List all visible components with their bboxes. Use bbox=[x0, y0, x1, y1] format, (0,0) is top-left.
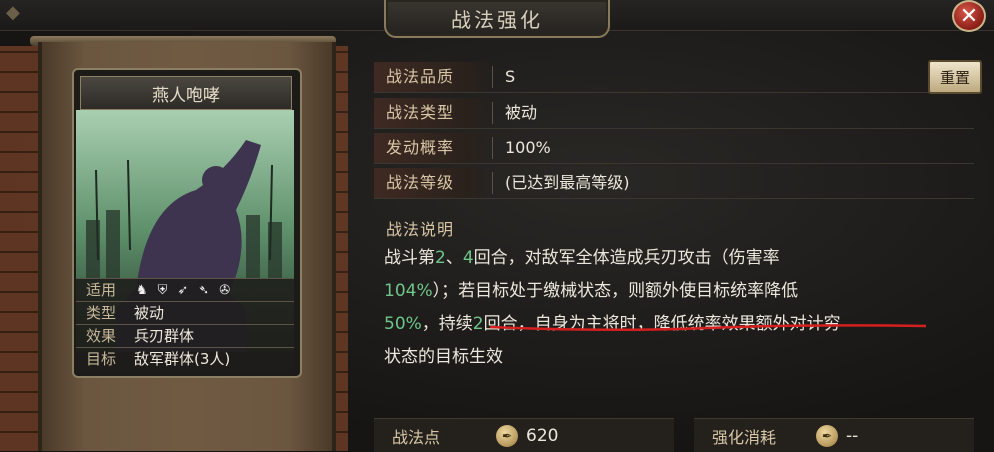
quality-label: 战法品质 bbox=[374, 62, 492, 92]
attr-key: 类型 bbox=[85, 304, 116, 322]
desc-text: ，持续 bbox=[421, 314, 473, 334]
upgrade-cost-bar: 强化消耗 ✒ -- bbox=[694, 418, 974, 452]
rate-row: 发动概率 100% bbox=[374, 133, 974, 164]
desc-highlight: 2 bbox=[472, 314, 484, 334]
desc-text: ）；若目标处于缴械状态，则额外使目标统率降低 bbox=[432, 281, 799, 301]
rate-value: 100% bbox=[492, 137, 551, 159]
skill-name: 燕人咆哮 bbox=[80, 76, 292, 110]
desc-text: 、 bbox=[445, 248, 463, 268]
description-text: 战斗第2、4回合，对敌军全体造成兵刃攻击（伤害率 104%）；若目标处于缴械状态… bbox=[384, 242, 944, 374]
desc-highlight: 4 bbox=[462, 248, 474, 268]
type-row: 战法类型 被动 bbox=[374, 98, 974, 129]
desc-highlight: 2 bbox=[435, 248, 446, 268]
quill-icon: ✒ bbox=[496, 424, 518, 447]
attr-value: 兵刃群体 bbox=[134, 327, 195, 345]
bow-icon: ➶ bbox=[177, 282, 189, 298]
cavalry-icon: ♞ bbox=[136, 282, 148, 298]
shield-icon: ⛨ bbox=[157, 282, 168, 298]
applicable-icons: ♞ ⛨ ➶ ➴ ✇ bbox=[126, 279, 230, 301]
attr-key: 效果 bbox=[85, 327, 116, 345]
description-line-4: 状态的目标生效 bbox=[384, 347, 503, 367]
description-line-1: 战斗第2、4回合，对敌军全体造成兵刃攻击（伤害率 bbox=[384, 242, 944, 275]
description-line-2: 104%）；若目标处于缴械状态，则额外使目标统率降低 bbox=[384, 275, 944, 308]
card-attributes: 适用 ♞ ⛨ ➶ ➴ ✇ 类型 被动 效果 兵刃群体 目标 敌军群体(3人) bbox=[76, 278, 294, 370]
level-label: 战法等级 bbox=[374, 168, 492, 198]
description-heading: 战法说明 bbox=[386, 220, 455, 239]
attr-row-applicable: 适用 ♞ ⛨ ➶ ➴ ✇ bbox=[76, 278, 294, 301]
level-row: 战法等级 (已达到最高等级) bbox=[374, 168, 974, 199]
attr-row-effect: 效果 兵刃群体 bbox=[76, 324, 294, 347]
skill-points-label: 战法点 bbox=[392, 427, 441, 447]
skill-points-bar: 战法点 ✒ 620 bbox=[374, 418, 674, 452]
attr-row-target: 目标 敌军群体(3人) bbox=[76, 347, 294, 370]
wheel-icon: ✇ bbox=[219, 282, 231, 298]
attr-key: 目标 bbox=[85, 350, 116, 368]
quill-icon: ✒ bbox=[816, 424, 838, 447]
upgrade-cost-value: -- bbox=[846, 425, 859, 446]
desc-text: 战斗第 bbox=[384, 248, 435, 268]
spear-icon: ➴ bbox=[198, 282, 210, 298]
attr-value: 被动 bbox=[134, 304, 165, 322]
close-icon: ✕ bbox=[959, 3, 979, 29]
upgrade-cost-label: 强化消耗 bbox=[712, 427, 777, 447]
attr-key: 适用 bbox=[85, 281, 116, 299]
quality-row: 战法品质 S bbox=[374, 62, 974, 93]
corner-ornament-icon: ◆ bbox=[6, 2, 20, 23]
red-underline-annotation bbox=[489, 324, 927, 332]
quality-value: S bbox=[492, 66, 515, 88]
window-title: 战法强化 bbox=[384, 0, 610, 38]
desc-highlight: 104% bbox=[384, 281, 433, 301]
type-value: 被动 bbox=[492, 102, 537, 124]
description-box: 战法说明 战斗第2、4回合，对敌军全体造成兵刃攻击（伤害率 104%）；若目标处… bbox=[374, 208, 974, 404]
level-value: (已达到最高等级) bbox=[492, 172, 630, 194]
desc-highlight: 50% bbox=[384, 314, 422, 334]
skill-points-value: 620 bbox=[526, 425, 559, 446]
reset-button[interactable]: 重置 bbox=[928, 60, 982, 94]
skill-card: 燕人咆哮 适用 ♞ ⛨ ➶ ➴ ✇ 类型 被动 效果 兵刃群体 目标 敌军群体(… bbox=[72, 68, 302, 378]
rate-label: 发动概率 bbox=[374, 133, 492, 163]
brick-wall-left bbox=[0, 46, 38, 451]
type-label: 战法类型 bbox=[374, 98, 492, 128]
attr-row-type: 类型 被动 bbox=[76, 301, 294, 324]
attr-value: 敌军群体(3人) bbox=[134, 350, 231, 368]
close-button[interactable]: ✕ bbox=[952, 0, 986, 32]
desc-text: 回合，对敌军全体造成兵刃攻击（伤害率 bbox=[473, 248, 780, 268]
